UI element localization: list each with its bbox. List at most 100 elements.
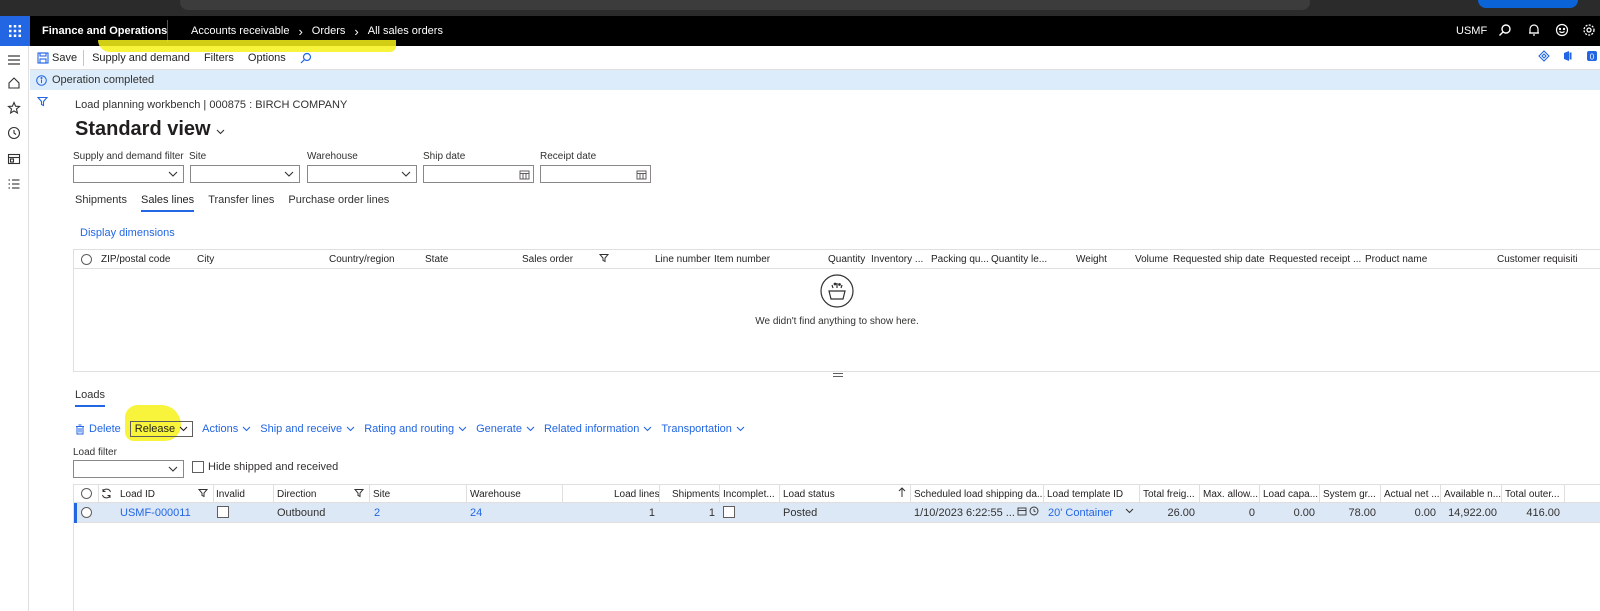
tab-sales-lines[interactable]: Sales lines xyxy=(140,194,195,212)
search-icon[interactable] xyxy=(1498,23,1514,39)
office-icon[interactable] xyxy=(1562,50,1574,62)
app-launcher-icon[interactable] xyxy=(0,16,30,46)
col-shipments[interactable]: Shipments xyxy=(672,489,719,500)
clock-icon[interactable] xyxy=(1029,506,1039,516)
star-favorites-icon[interactable] xyxy=(7,101,21,115)
receipt-date-field[interactable] xyxy=(540,165,651,183)
col-load-status[interactable]: Load status xyxy=(783,489,835,500)
recent-clock-icon[interactable] xyxy=(7,126,21,140)
col-line-number[interactable]: Line number xyxy=(655,254,711,265)
company-picker[interactable]: USMF xyxy=(1456,25,1487,37)
filter-icon[interactable] xyxy=(599,253,609,263)
ship-and-receive-menu-button[interactable]: Ship and receive xyxy=(260,423,355,435)
workspaces-icon[interactable] xyxy=(7,152,21,166)
row-select-radio[interactable] xyxy=(81,507,92,518)
ship-date-field[interactable] xyxy=(423,165,534,183)
col-scheduled-ship-date[interactable]: Scheduled load shipping da... xyxy=(914,489,1045,500)
hide-shipped-checkbox[interactable]: Hide shipped and received xyxy=(192,461,338,473)
filter-pane-icon[interactable] xyxy=(37,96,48,107)
scheduled-ship-value[interactable]: 1/10/2023 6:22:55 ... xyxy=(914,507,1015,519)
tab-purchase-order-lines[interactable]: Purchase order lines xyxy=(288,194,389,212)
calendar-icon[interactable] xyxy=(1017,506,1027,516)
tab-shipments[interactable]: Shipments xyxy=(75,194,127,212)
col-requested-receipt[interactable]: Requested receipt ... xyxy=(1269,254,1361,265)
filter-icon[interactable] xyxy=(354,488,364,498)
col-zip[interactable]: ZIP/postal code xyxy=(101,254,170,265)
save-button[interactable]: Save xyxy=(37,52,77,64)
sort-ascending-icon[interactable] xyxy=(898,487,906,498)
transportation-menu-button[interactable]: Transportation xyxy=(661,423,745,435)
filter-icon[interactable] xyxy=(198,488,208,498)
col-sales-order[interactable]: Sales order xyxy=(522,254,573,265)
col-customer-requisition[interactable]: Customer requisiti xyxy=(1497,254,1578,265)
view-selector[interactable]: Standard view xyxy=(75,118,225,141)
col-packing-qty[interactable]: Packing qu... xyxy=(931,254,989,265)
gear-icon[interactable] xyxy=(1582,23,1598,39)
col-load-id[interactable]: Load ID xyxy=(120,489,155,500)
col-load-capacity[interactable]: Load capa... xyxy=(1263,489,1318,500)
invalid-checkbox[interactable] xyxy=(217,506,229,518)
col-inventory[interactable]: Inventory ... xyxy=(871,254,923,265)
delete-button[interactable]: Delete xyxy=(75,423,121,435)
filters-tab[interactable]: Filters xyxy=(204,52,234,64)
calendar-icon[interactable] xyxy=(636,169,647,180)
release-button[interactable]: Release xyxy=(129,421,194,437)
col-weight[interactable]: Weight xyxy=(1076,254,1107,265)
options-tab[interactable]: Options xyxy=(248,52,286,64)
warehouse-dropdown[interactable] xyxy=(307,165,417,183)
diamond-link-icon[interactable] xyxy=(1538,50,1550,62)
incomplete-checkbox[interactable] xyxy=(723,506,735,518)
hamburger-menu-icon[interactable] xyxy=(7,53,21,67)
site-link[interactable]: 2 xyxy=(374,507,380,519)
col-volume[interactable]: Volume xyxy=(1135,254,1168,265)
breadcrumb-accounts-receivable[interactable]: Accounts receivable xyxy=(191,25,289,37)
app-name[interactable]: Finance and Operations xyxy=(42,25,167,37)
refresh-icon[interactable] xyxy=(101,488,112,499)
attachments-badge-icon[interactable]: 0 xyxy=(1586,50,1598,62)
col-site[interactable]: Site xyxy=(373,489,390,500)
calendar-icon[interactable] xyxy=(519,169,530,180)
col-load-template-id[interactable]: Load template ID xyxy=(1047,489,1123,500)
breadcrumb-orders[interactable]: Orders xyxy=(312,25,346,37)
col-requested-ship-date[interactable]: Requested ship date xyxy=(1173,254,1265,265)
select-all-radio[interactable] xyxy=(81,488,92,499)
col-system-gross[interactable]: System gr... xyxy=(1323,489,1376,500)
supply-demand-filter-dropdown[interactable] xyxy=(73,165,184,183)
generate-menu-button[interactable]: Generate xyxy=(476,423,535,435)
col-load-lines[interactable]: Load lines xyxy=(614,489,660,500)
actions-menu-button[interactable]: Actions xyxy=(202,423,251,435)
site-dropdown[interactable] xyxy=(190,165,300,183)
rating-and-routing-menu-button[interactable]: Rating and routing xyxy=(364,423,467,435)
load-filter-dropdown[interactable] xyxy=(73,460,184,478)
col-total-freight[interactable]: Total freig... xyxy=(1143,489,1195,500)
search-icon[interactable] xyxy=(300,52,312,64)
col-quantity-left[interactable]: Quantity le... xyxy=(991,254,1047,265)
col-city[interactable]: City xyxy=(197,254,214,265)
load-id-link[interactable]: USMF-000011 xyxy=(120,507,191,519)
col-available-net[interactable]: Available n... xyxy=(1444,489,1501,500)
col-max-allowed[interactable]: Max. allow... xyxy=(1203,489,1258,500)
supply-and-demand-tab[interactable]: Supply and demand xyxy=(92,52,190,64)
address-bar[interactable] xyxy=(180,0,1310,10)
tab-loads[interactable]: Loads xyxy=(75,389,105,407)
col-country[interactable]: Country/region xyxy=(329,254,395,265)
browser-profile-button[interactable] xyxy=(1478,0,1578,8)
bell-icon[interactable] xyxy=(1527,23,1543,39)
table-row[interactable]: USMF-000011 Outbound 2 24 1 1 Posted 1/1… xyxy=(74,503,1600,523)
load-template-link[interactable]: 20' Container xyxy=(1048,507,1113,519)
breadcrumb-all-sales-orders[interactable]: All sales orders xyxy=(368,25,443,37)
related-information-menu-button[interactable]: Related information xyxy=(544,423,652,435)
col-incomplete[interactable]: Incomplet... xyxy=(723,489,775,500)
col-state[interactable]: State xyxy=(425,254,448,265)
chevron-down-icon[interactable] xyxy=(1125,506,1134,515)
pane-splitter-handle[interactable] xyxy=(833,373,843,377)
home-icon[interactable] xyxy=(7,76,21,90)
col-invalid[interactable]: Invalid xyxy=(216,489,245,500)
col-direction[interactable]: Direction xyxy=(277,489,316,500)
tab-transfer-lines[interactable]: Transfer lines xyxy=(208,194,274,212)
checkbox-box[interactable] xyxy=(192,461,204,473)
display-dimensions-link[interactable]: Display dimensions xyxy=(80,227,175,239)
modules-list-icon[interactable] xyxy=(7,177,21,191)
col-quantity[interactable]: Quantity xyxy=(828,254,865,265)
col-total-outer[interactable]: Total outer... xyxy=(1505,489,1559,500)
